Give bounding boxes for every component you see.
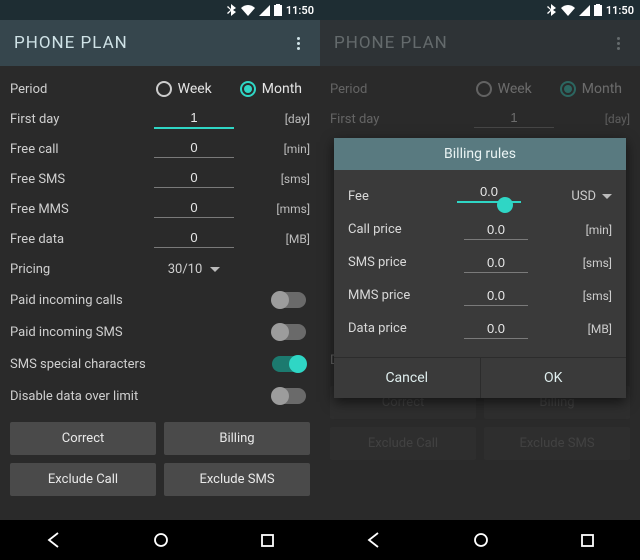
cancel-button[interactable]: Cancel: [334, 358, 481, 398]
exclude-call-button[interactable]: Exclude Call: [10, 463, 156, 496]
correct-button[interactable]: Correct: [10, 422, 156, 455]
call-price-row: Call price [min]: [348, 213, 612, 246]
nav-home-icon[interactable]: [153, 532, 169, 548]
disable-data-limit-switch[interactable]: [272, 388, 306, 404]
sms-special-chars-switch[interactable]: [272, 356, 306, 372]
android-navbar: [0, 520, 320, 560]
titlebar: PHONE PLAN: [0, 20, 320, 66]
wifi-icon: [561, 5, 575, 16]
radio-icon: [240, 81, 256, 97]
free-data-input[interactable]: [154, 230, 234, 248]
period-label: Period: [10, 82, 122, 97]
sms-price-row: SMS price [sms]: [348, 246, 612, 279]
battery-icon: [594, 4, 602, 16]
data-price-input[interactable]: [464, 321, 528, 339]
free-call-row: Free call [min]: [10, 134, 310, 164]
free-mms-row: Free MMS [mms]: [10, 194, 310, 224]
button-grid: Correct Billing Exclude Call Exclude SMS: [10, 422, 310, 496]
clock: 11:50: [606, 4, 634, 17]
nav-recents-icon[interactable]: [260, 533, 275, 548]
paid-incoming-sms-row: Paid incoming SMS: [10, 316, 310, 348]
fee-slider-knob[interactable]: [497, 197, 513, 213]
billing-button[interactable]: Billing: [164, 422, 310, 455]
mms-price-input[interactable]: [464, 288, 528, 306]
call-price-input[interactable]: [464, 222, 528, 240]
ok-button[interactable]: OK: [481, 358, 627, 398]
pricing-row: Pricing 30/10: [10, 254, 310, 284]
page-title: PHONE PLAN: [334, 33, 448, 53]
sms-price-input[interactable]: [464, 255, 528, 273]
free-data-row: Free data [MB]: [10, 224, 310, 254]
nav-recents-icon[interactable]: [580, 533, 595, 548]
free-call-input[interactable]: [154, 140, 234, 158]
free-sms-row: Free SMS [sms]: [10, 164, 310, 194]
nav-back-icon[interactable]: [365, 531, 383, 549]
clock: 11:50: [286, 4, 314, 17]
overflow-menu-icon[interactable]: [290, 37, 306, 50]
screen-left: 11:50 PHONE PLAN Period Week Month First…: [0, 0, 320, 560]
statusbar: 11:50: [320, 0, 640, 20]
cell-signal-icon: [579, 5, 590, 16]
nav-home-icon[interactable]: [473, 532, 489, 548]
period-week-radio[interactable]: Week: [156, 81, 212, 97]
overflow-menu-icon[interactable]: [610, 37, 626, 50]
battery-icon: [274, 4, 282, 16]
paid-incoming-calls-row: Paid incoming calls: [10, 284, 310, 316]
currency-dropdown[interactable]: USD: [558, 189, 612, 204]
paid-incoming-sms-switch[interactable]: [272, 324, 306, 340]
mms-price-row: MMS price [sms]: [348, 279, 612, 312]
dialog-title: Billing rules: [334, 138, 626, 170]
disable-data-limit-row: Disable data over limit: [10, 380, 310, 412]
billing-rules-dialog: Billing rules Fee USD Call price [min] S: [334, 138, 626, 398]
chevron-down-icon: [602, 194, 612, 199]
statusbar: 11:50: [0, 0, 320, 20]
screen-right: 11:50 PHONE PLAN Period Week Month First…: [320, 0, 640, 560]
radio-icon: [156, 81, 172, 97]
wifi-icon: [241, 5, 255, 16]
period-row: Period Week Month: [10, 74, 310, 104]
free-mms-input[interactable]: [154, 200, 234, 218]
settings-content: Period Week Month First day [day] Free c…: [0, 66, 320, 520]
page-title: PHONE PLAN: [14, 33, 128, 53]
sms-special-chars-row: SMS special characters: [10, 348, 310, 380]
bluetooth-icon: [547, 4, 557, 16]
dialog-actions: Cancel OK: [334, 357, 626, 398]
free-sms-input[interactable]: [154, 170, 234, 188]
android-navbar: [320, 520, 640, 560]
pricing-dropdown[interactable]: 30/10: [130, 262, 258, 277]
titlebar: PHONE PLAN: [320, 20, 640, 66]
paid-incoming-calls-switch[interactable]: [272, 292, 306, 308]
fee-row: Fee USD: [348, 180, 612, 213]
nav-back-icon[interactable]: [45, 531, 63, 549]
first-day-row: First day [day]: [10, 104, 310, 134]
chevron-down-icon: [210, 267, 220, 272]
data-price-row: Data price [MB]: [348, 312, 612, 345]
first-day-input[interactable]: [154, 110, 234, 129]
period-month-radio[interactable]: Month: [240, 81, 302, 97]
cell-signal-icon: [259, 5, 270, 16]
bluetooth-icon: [227, 4, 237, 16]
exclude-sms-button[interactable]: Exclude SMS: [164, 463, 310, 496]
